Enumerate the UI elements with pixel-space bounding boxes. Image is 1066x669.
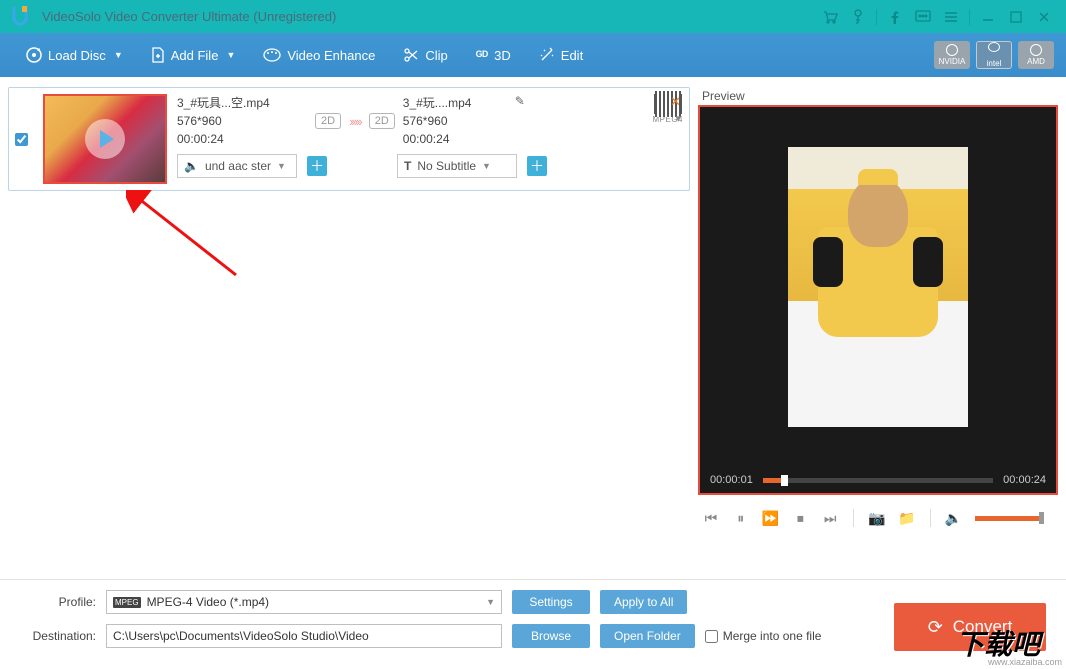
watermark-url: www.xiazaiba.com [988, 657, 1062, 667]
scissors-icon [403, 47, 419, 63]
rename-icon[interactable]: ✎ [515, 94, 525, 108]
close-icon[interactable] [1030, 3, 1058, 31]
add-file-label: Add File [171, 48, 219, 63]
remove-item-icon[interactable]: ✕ [670, 94, 681, 110]
open-folder-button[interactable]: Open Folder [600, 624, 695, 648]
destination-label: Destination: [14, 629, 96, 643]
facebook-icon[interactable] [881, 3, 909, 31]
preview-panel: 00:00:01 00:00:24 [698, 105, 1058, 495]
audio-track-select[interactable]: 🔈 und aac ster ▼ [177, 154, 297, 178]
3d-button[interactable]: ᴳᴰ 3D [462, 33, 525, 77]
subtitle-label: No Subtitle [417, 159, 476, 173]
palette-icon [263, 48, 281, 62]
convert-label: Convert [953, 617, 1013, 637]
window-title: VideoSolo Video Converter Ultimate (Unre… [42, 9, 336, 24]
nvidia-chip[interactable]: NVIDIA [934, 41, 970, 69]
subtitle-select[interactable]: T No Subtitle ▼ [397, 154, 517, 178]
edit-button[interactable]: Edit [525, 33, 597, 77]
apply-all-button[interactable]: Apply to All [600, 590, 687, 614]
fast-forward-button[interactable]: ⏩ [758, 505, 784, 531]
stop-button[interactable]: ⏹ [787, 505, 813, 531]
dest-info: 3_#玩....mp4 576*960 00:00:24 [403, 94, 503, 148]
enhance-label: Video Enhance [287, 48, 375, 63]
source-info: 3_#玩具...空.mp4 576*960 00:00:24 [177, 94, 307, 148]
amd-chip[interactable]: AMD [1018, 41, 1054, 69]
add-audio-button[interactable]: ＋ [307, 156, 327, 176]
file-list: 3_#玩具...空.mp4 576*960 00:00:24 2D ››››› … [8, 87, 690, 531]
profile-select[interactable]: MPEG MPEG-4 Video (*.mp4) ▼ [106, 590, 502, 614]
convert-icon: ⟳ [928, 617, 943, 638]
prev-button[interactable]: ⏮ [698, 505, 724, 531]
main-toolbar: Load Disc▼ Add File▼ Video Enhance Clip … [0, 33, 1066, 77]
volume-slider[interactable] [975, 516, 1045, 521]
menu-icon[interactable] [937, 3, 965, 31]
edit-label: Edit [561, 48, 583, 63]
preview-label: Preview [698, 87, 1058, 105]
preview-frame [788, 147, 968, 427]
maximize-icon[interactable] [1002, 3, 1030, 31]
destination-path[interactable]: C:\Users\pc\Documents\VideoSolo Studio\V… [106, 624, 502, 648]
app-logo [8, 5, 32, 29]
load-disc-label: Load Disc [48, 48, 106, 63]
volume-icon[interactable]: 🔈 [941, 505, 967, 531]
minimize-icon[interactable] [974, 3, 1002, 31]
move-down-icon[interactable]: ▾ [675, 112, 681, 125]
add-file-button[interactable]: Add File▼ [137, 33, 250, 77]
browse-button[interactable]: Browse [512, 624, 590, 648]
3d-icon: ᴳᴰ [476, 48, 488, 63]
disc-icon [26, 47, 42, 63]
snapshot-folder-button[interactable]: 📁 [894, 505, 920, 531]
snapshot-button[interactable]: 📷 [864, 505, 890, 531]
time-current: 00:00:01 [710, 474, 753, 486]
speaker-icon: 🔈 [184, 159, 199, 173]
play-overlay-icon [85, 119, 125, 159]
settings-button[interactable]: Settings [512, 590, 590, 614]
preview-canvas[interactable] [700, 107, 1056, 467]
wand-icon [539, 47, 555, 63]
mpeg-icon: MPEG [113, 597, 141, 608]
bottom-bar: Profile: MPEG MPEG-4 Video (*.mp4) ▼ Set… [0, 579, 1066, 669]
item-thumbnail[interactable] [43, 94, 167, 184]
audio-track-label: und aac ster [205, 159, 271, 173]
next-button[interactable]: ⏭ [817, 505, 843, 531]
dest-2d-badge: 2D [369, 113, 395, 129]
key-icon[interactable] [844, 3, 872, 31]
clip-button[interactable]: Clip [389, 33, 461, 77]
arrow-icon: ››››› [349, 114, 361, 129]
convert-button[interactable]: ⟳ Convert [894, 603, 1046, 651]
time-total: 00:00:24 [1003, 474, 1046, 486]
cart-icon[interactable] [816, 3, 844, 31]
player-controls: ⏮ ⏸ ⏩ ⏹ ⏭ 📷 📁 🔈 [698, 495, 1058, 531]
intel-chip[interactable]: intel [976, 41, 1012, 69]
subtitle-icon: T [404, 159, 411, 173]
3d-label: 3D [494, 48, 511, 63]
titlebar: VideoSolo Video Converter Ultimate (Unre… [0, 0, 1066, 33]
profile-value: MPEG-4 Video (*.mp4) [147, 595, 270, 609]
pause-button[interactable]: ⏸ [728, 505, 754, 531]
file-item[interactable]: 3_#玩具...空.mp4 576*960 00:00:24 2D ››››› … [8, 87, 690, 191]
video-enhance-button[interactable]: Video Enhance [249, 33, 389, 77]
profile-label: Profile: [14, 595, 96, 609]
file-plus-icon [151, 47, 165, 63]
add-subtitle-button[interactable]: ＋ [527, 156, 547, 176]
clip-label: Clip [425, 48, 447, 63]
feedback-icon[interactable] [909, 3, 937, 31]
item-checkbox[interactable] [15, 94, 33, 184]
load-disc-button[interactable]: Load Disc▼ [12, 33, 137, 77]
seek-bar[interactable] [763, 478, 993, 483]
source-2d-badge: 2D [315, 113, 341, 129]
merge-checkbox[interactable]: Merge into one file [705, 629, 822, 643]
